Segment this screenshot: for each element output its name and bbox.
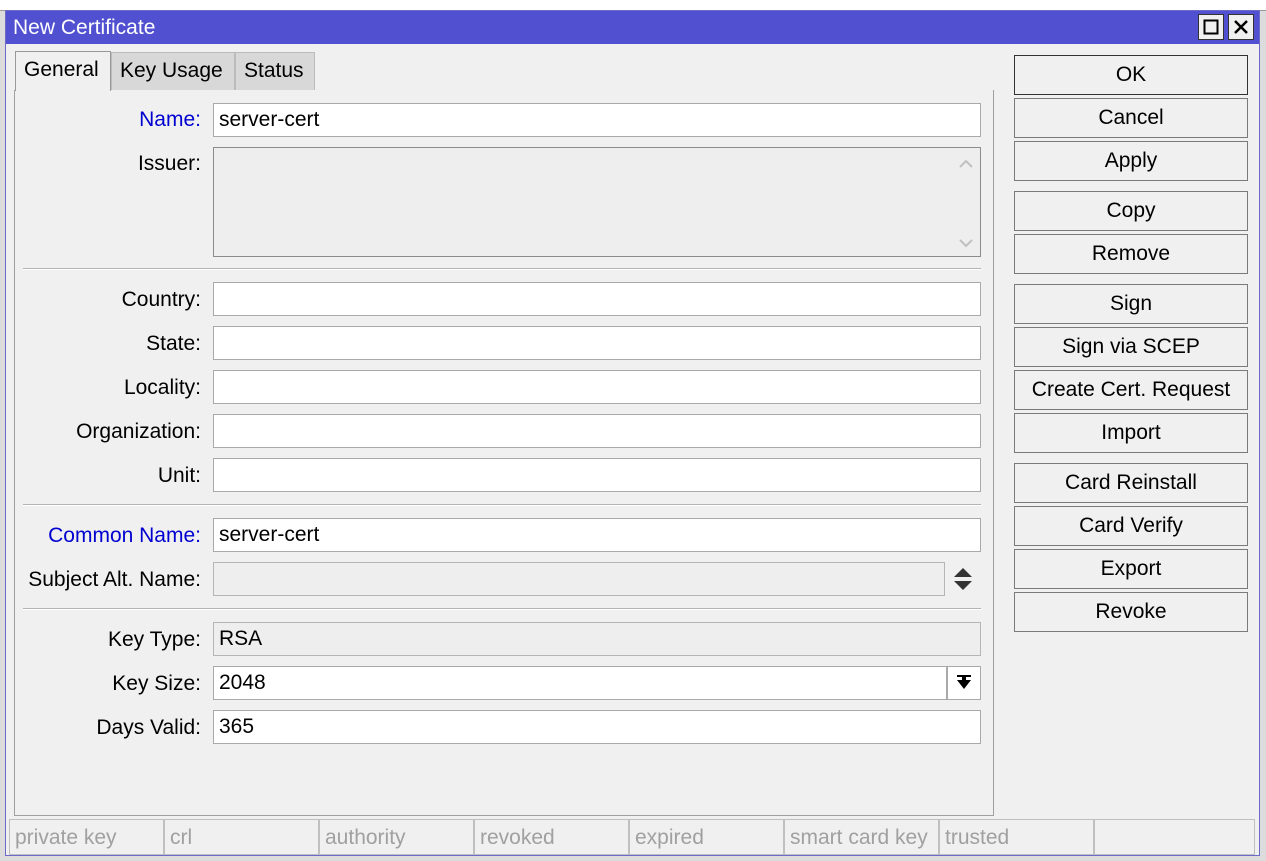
organization-field[interactable] xyxy=(213,414,981,448)
key-size-dropdown-button[interactable] xyxy=(947,666,981,700)
import-button[interactable]: Import xyxy=(1014,413,1248,453)
country-label: Country: xyxy=(121,288,201,311)
card-verify-button[interactable]: Card Verify xyxy=(1014,506,1248,546)
status-private-key: private key xyxy=(9,819,164,855)
separator xyxy=(23,608,981,610)
country-field[interactable] xyxy=(213,282,981,316)
status-authority: authority xyxy=(319,819,474,855)
days-valid-field[interactable]: 365 xyxy=(213,710,981,744)
status-smart-card-key: smart card key xyxy=(784,819,939,855)
issuer-field[interactable] xyxy=(213,147,981,257)
tab-status[interactable]: Status xyxy=(235,52,315,90)
apply-button[interactable]: Apply xyxy=(1014,141,1248,181)
create-cert-request-button[interactable]: Create Cert. Request xyxy=(1014,370,1248,410)
key-type-field: RSA xyxy=(213,622,981,656)
remove-button[interactable]: Remove xyxy=(1014,234,1248,274)
up-down-arrows-icon xyxy=(954,568,972,590)
status-crl: crl xyxy=(164,819,319,855)
close-icon xyxy=(1234,20,1248,34)
dropdown-arrow-icon xyxy=(957,675,971,689)
separator xyxy=(23,268,981,270)
locality-label: Locality: xyxy=(123,376,201,399)
separator xyxy=(23,504,981,506)
status-bar: private key crl authority revoked expire… xyxy=(6,817,1259,855)
locality-field[interactable] xyxy=(213,370,981,404)
common-name-field[interactable]: server-cert xyxy=(213,518,981,552)
tab-general[interactable]: General xyxy=(15,51,111,91)
sign-button[interactable]: Sign xyxy=(1014,284,1248,324)
title-bar[interactable]: New Certificate xyxy=(6,11,1259,44)
unit-label: Unit: xyxy=(157,464,201,487)
chevron-up-icon[interactable] xyxy=(952,153,980,173)
state-label: State: xyxy=(146,332,201,355)
key-type-label: Key Type: xyxy=(107,628,201,651)
status-trusted: trusted xyxy=(939,819,1094,855)
cancel-button[interactable]: Cancel xyxy=(1014,98,1248,138)
name-label: Name: xyxy=(139,108,201,131)
issuer-label: Issuer: xyxy=(137,152,201,175)
ok-button[interactable]: OK xyxy=(1014,55,1248,95)
export-button[interactable]: Export xyxy=(1014,549,1248,589)
unit-field[interactable] xyxy=(213,458,981,492)
new-certificate-window: New Certificate General Key Usage Status… xyxy=(5,10,1260,856)
chevron-down-icon[interactable] xyxy=(952,233,980,253)
copy-button[interactable]: Copy xyxy=(1014,191,1248,231)
common-name-label: Common Name: xyxy=(48,524,201,547)
maximize-icon xyxy=(1203,19,1219,35)
organization-label: Organization: xyxy=(76,420,201,443)
subject-alt-name-field[interactable] xyxy=(213,562,945,596)
subject-alt-name-label: Subject Alt. Name: xyxy=(28,568,201,591)
state-field[interactable] xyxy=(213,326,981,360)
revoke-button[interactable]: Revoke xyxy=(1014,592,1248,632)
days-valid-label: Days Valid: xyxy=(96,716,201,739)
status-expired: expired xyxy=(629,819,784,855)
issuer-scrollbar[interactable] xyxy=(952,149,980,255)
close-button[interactable] xyxy=(1228,14,1254,40)
tab-key-usage[interactable]: Key Usage xyxy=(111,52,235,90)
maximize-button[interactable] xyxy=(1198,14,1224,40)
key-size-field[interactable]: 2048 xyxy=(213,666,947,700)
name-field[interactable]: server-cert xyxy=(213,103,981,137)
subject-alt-name-spinner[interactable] xyxy=(949,562,977,596)
status-empty xyxy=(1094,819,1255,855)
window-title: New Certificate xyxy=(13,16,156,39)
key-size-label: Key Size: xyxy=(112,672,201,695)
sign-via-scep-button[interactable]: Sign via SCEP xyxy=(1014,327,1248,367)
card-reinstall-button[interactable]: Card Reinstall xyxy=(1014,463,1248,503)
status-revoked: revoked xyxy=(474,819,629,855)
